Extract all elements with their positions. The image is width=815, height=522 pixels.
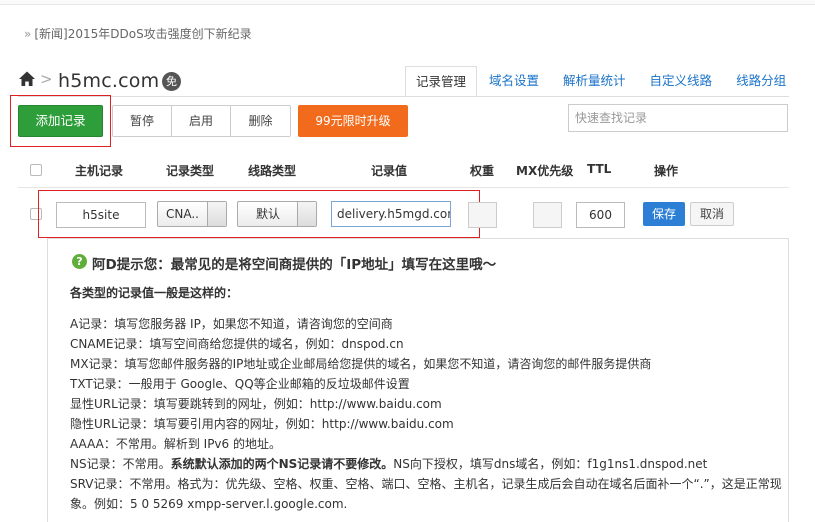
- record-value-input[interactable]: delivery.h5mgd.com: [331, 201, 451, 227]
- tab-domain-settings[interactable]: 域名设置: [477, 66, 551, 97]
- record-type-select[interactable]: CNA..: [157, 201, 227, 227]
- header-ttl: TTL: [587, 162, 612, 176]
- save-button[interactable]: 保存: [643, 202, 685, 226]
- ns-text-c: NS向下授权，填写dns域名，例如：f1g1ns1.dnspod.net: [393, 457, 708, 471]
- row-checkbox[interactable]: [30, 208, 42, 220]
- chevron-down-icon: [207, 202, 226, 226]
- tab-record-management[interactable]: 记录管理: [405, 66, 478, 97]
- tip-subtitle: 各类型的记录值一般是这样的：: [70, 286, 239, 300]
- header-weight: 权重: [470, 164, 495, 178]
- line-type-value: 默认: [256, 207, 281, 221]
- tip-line-ns: NS记录：不常用。系统默认添加的两个NS记录请不要修改。NS向下授权，填写dns…: [70, 455, 707, 472]
- tip-line-mx: MX记录：填写您邮件服务器的IP地址或企业邮局给您提供的域名，如果您不知道，请咨…: [70, 357, 652, 371]
- enable-button[interactable]: 启用: [172, 106, 231, 136]
- news-banner[interactable]: » [新闻]2015年DDoS攻击强度创下新纪录: [24, 25, 252, 42]
- tip-line-aaaa: AAAA：不常用。解析到 IPv6 的地址。: [70, 437, 281, 451]
- mx-priority-input[interactable]: [533, 202, 562, 228]
- ttl-input[interactable]: 600: [576, 202, 625, 228]
- tip-line-cname: CNAME记录：填写空间商给您提供的域名，例如：dnspod.cn: [70, 337, 404, 351]
- chevron-down-icon: [297, 202, 316, 226]
- domain-tabs: 记录管理 域名设置 解析量统计 自定义线路 线路分组: [405, 66, 798, 97]
- upgrade-button[interactable]: 99元限时升级: [298, 105, 408, 137]
- select-all-checkbox[interactable]: [30, 164, 42, 176]
- news-prefix: »: [24, 27, 32, 41]
- ns-text-a: NS记录：不常用。: [70, 457, 171, 471]
- cancel-button[interactable]: 取消: [690, 202, 734, 226]
- record-type-value: CNA..: [166, 207, 199, 221]
- home-icon[interactable]: [18, 70, 36, 88]
- tab-divider: [18, 96, 789, 97]
- add-record-button[interactable]: 添加记录: [18, 105, 103, 137]
- tip-line-srv: SRV记录：不常用。格式为：优先级、空格、权重、空格、端口、空格、主机名，记录生…: [70, 477, 782, 491]
- free-plan-badge-icon[interactable]: 免: [162, 72, 181, 91]
- line-type-select[interactable]: 默认: [237, 201, 317, 227]
- domain-name: h5mc.com: [58, 70, 160, 92]
- weight-input[interactable]: [468, 202, 497, 228]
- header-mx: MX优先级: [516, 164, 574, 178]
- news-link[interactable]: [新闻]2015年DDoS攻击强度创下新纪录: [34, 27, 251, 41]
- tip-line-a: A记录：填写您服务器 IP，如果您不知道，请咨询您的空间商: [70, 317, 393, 331]
- tip-line-txt: TXT记录：一般用于 Google、QQ等企业邮箱的反垃圾邮件设置: [70, 377, 410, 391]
- delete-button[interactable]: 删除: [231, 106, 290, 136]
- record-action-group: 暂停 启用 删除: [112, 105, 291, 137]
- tab-line-groups[interactable]: 线路分组: [724, 66, 798, 97]
- ns-warning: 系统默认添加的两个NS记录请不要修改。: [170, 457, 394, 471]
- header-line: 线路类型: [248, 164, 297, 178]
- header-divider: [18, 187, 789, 188]
- header-value: 记录值: [371, 164, 408, 178]
- header-action: 操作: [654, 164, 679, 178]
- question-icon: ?: [72, 254, 87, 269]
- tab-query-stats[interactable]: 解析量统计: [551, 66, 638, 97]
- breadcrumb-separator: >: [40, 70, 53, 88]
- header-host: 主机记录: [75, 164, 124, 178]
- tip-title: 阿D提示您：最常见的是将空间商提供的「IP地址」填写在这里哦～: [92, 257, 497, 273]
- tip-line-srv-example: 象。例如：5 0 5269 xmpp-server.l.google.com.: [70, 497, 348, 511]
- tip-line-hidden-url: 隐性URL记录：填写要引用内容的网址，例如：http://www.baidu.c…: [70, 417, 454, 431]
- tip-line-url: 显性URL记录：填写要跳转到的网址，例如：http://www.baidu.co…: [70, 397, 442, 411]
- quick-search-input[interactable]: 快速查找记录: [568, 104, 788, 132]
- header-type: 记录类型: [166, 164, 215, 178]
- host-record-input[interactable]: h5site: [56, 202, 146, 228]
- top-strip: [0, 0, 815, 5]
- tab-custom-lines[interactable]: 自定义线路: [638, 66, 725, 97]
- pause-button[interactable]: 暂停: [113, 106, 172, 136]
